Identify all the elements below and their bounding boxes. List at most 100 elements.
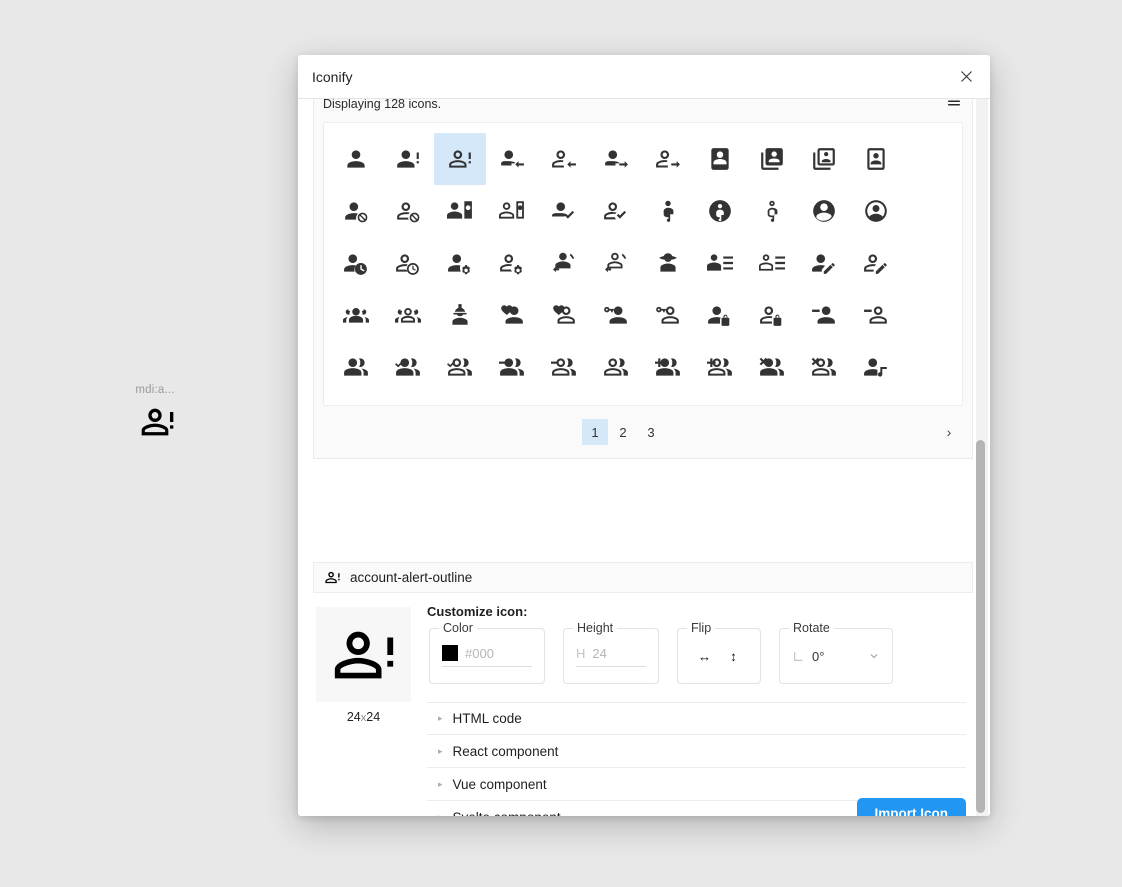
icon-cell-account-circle[interactable] bbox=[798, 185, 850, 237]
selected-icon-name-bar: account-alert-outline bbox=[313, 562, 973, 593]
disclosure-triangle-icon[interactable]: ▸ bbox=[438, 714, 443, 723]
accordion-row-vue-component[interactable]: ▸ Vue component bbox=[427, 768, 966, 801]
dialog-titlebar: Iconify bbox=[298, 55, 990, 99]
icon-cell-account-cash-outline[interactable] bbox=[486, 185, 538, 237]
icon-cell-account-group[interactable] bbox=[330, 289, 382, 341]
icon-cell-account-heart-outline[interactable] bbox=[538, 289, 590, 341]
icon-cell-account-multiple-plus[interactable] bbox=[642, 341, 694, 393]
flip-horizontal-icon[interactable]: ↔ bbox=[694, 645, 716, 667]
icon-cell-account-lock-outline[interactable] bbox=[746, 289, 798, 341]
icon-cell-account-cog[interactable] bbox=[434, 237, 486, 289]
icon-cell-account-hard-hat[interactable] bbox=[434, 289, 486, 341]
background-icon-preview: mdi:a... bbox=[118, 384, 192, 447]
disclosure-triangle-icon[interactable]: ▸ bbox=[438, 812, 443, 816]
rotate-field: Rotate 0° bbox=[779, 621, 893, 684]
icon-cell-account-convert[interactable] bbox=[538, 237, 590, 289]
flip-vertical-icon[interactable]: ↕ bbox=[723, 645, 745, 667]
icon-cell-account-box[interactable] bbox=[694, 133, 746, 185]
icon-cell-account-multiple-check-outline[interactable] bbox=[434, 341, 486, 393]
icon-cell-account-clock-outline[interactable] bbox=[382, 237, 434, 289]
height-field: Height H 24 bbox=[563, 621, 659, 684]
icon-cell-account-minus-outline[interactable] bbox=[850, 289, 902, 341]
icon-cell-account-multiple-plus-outline[interactable] bbox=[694, 341, 746, 393]
icon-cell-account-arrow-left[interactable] bbox=[486, 133, 538, 185]
icon-cell-account-circle-outline[interactable] bbox=[850, 185, 902, 237]
dialog-scrollbar-track[interactable] bbox=[976, 99, 988, 816]
icon-cell-account-arrow-right[interactable] bbox=[590, 133, 642, 185]
icon-cell-account-convert-outline[interactable] bbox=[590, 237, 642, 289]
icon-cell-account-cowboy-hat[interactable] bbox=[642, 237, 694, 289]
list-view-icon[interactable] bbox=[946, 99, 962, 111]
icon-cell-account-multiple-check[interactable] bbox=[382, 341, 434, 393]
height-unit-label: H bbox=[576, 645, 586, 661]
dialog-scrollbar-thumb[interactable] bbox=[976, 440, 985, 813]
icon-cell-account-cancel-outline[interactable] bbox=[382, 185, 434, 237]
icon-cell-account-details-outline[interactable] bbox=[746, 237, 798, 289]
icon-cell-account-key[interactable] bbox=[590, 289, 642, 341]
icon-cell-account-edit-outline[interactable] bbox=[850, 237, 902, 289]
icon-cell-account-multiple-remove-outline[interactable] bbox=[798, 341, 850, 393]
angle-icon bbox=[792, 650, 805, 663]
chevron-down-icon[interactable] bbox=[868, 650, 880, 662]
icon-cell-account-key-outline[interactable] bbox=[642, 289, 694, 341]
icon-cell-account-arrow-right-outline[interactable] bbox=[642, 133, 694, 185]
icon-cell-account[interactable] bbox=[330, 133, 382, 185]
icon-cell-account-box-multiple[interactable] bbox=[746, 133, 798, 185]
icon-cell-account-check[interactable] bbox=[538, 185, 590, 237]
icon-preview: 24x24 bbox=[316, 607, 411, 724]
page-button-3[interactable]: 3 bbox=[638, 419, 664, 445]
rotate-field-legend: Rotate bbox=[789, 621, 834, 635]
icon-cell-account-box-outline[interactable] bbox=[850, 133, 902, 185]
color-swatch[interactable] bbox=[442, 645, 458, 661]
color-input-placeholder[interactable]: #000 bbox=[465, 646, 494, 661]
icon-browse-panel: Displaying 128 icons. 1 2 3 › bbox=[313, 99, 973, 459]
height-field-legend: Height bbox=[573, 621, 618, 635]
accordion-label-react-component: React component bbox=[452, 743, 559, 759]
icon-width: 24 bbox=[346, 710, 361, 724]
icon-cell-account-multiple-remove[interactable] bbox=[746, 341, 798, 393]
rotate-value: 0° bbox=[812, 648, 825, 664]
background-icon-label: mdi:a... bbox=[135, 384, 175, 396]
icon-cell-account-child[interactable] bbox=[642, 185, 694, 237]
icon-cell-account-box-multiple-outline[interactable] bbox=[798, 133, 850, 185]
height-input-placeholder[interactable]: 24 bbox=[592, 646, 606, 661]
icon-cell-account-arrow-left-outline[interactable] bbox=[538, 133, 590, 185]
icon-cell-account-multiple[interactable] bbox=[330, 341, 382, 393]
icon-cell-account-cancel[interactable] bbox=[330, 185, 382, 237]
icon-cell-account-multiple-outline[interactable] bbox=[590, 341, 642, 393]
icon-cell-account-group-outline[interactable] bbox=[382, 289, 434, 341]
flip-field: Flip ↔ ↕ bbox=[677, 621, 761, 684]
chevron-right-icon[interactable]: › bbox=[938, 419, 960, 445]
icon-dimensions: 24x24 bbox=[316, 710, 411, 724]
iconify-dialog: Iconify Displaying 128 icons. 1 2 3 › ac… bbox=[298, 55, 990, 816]
icon-cell-account-lock[interactable] bbox=[694, 289, 746, 341]
icon-cell-account-edit[interactable] bbox=[798, 237, 850, 289]
icon-cell-account-alert[interactable] bbox=[382, 133, 434, 185]
icon-cell-account-cash[interactable] bbox=[434, 185, 486, 237]
icon-grid-row bbox=[330, 133, 956, 185]
accordion-row-react-component[interactable]: ▸ React component bbox=[427, 735, 966, 768]
page-button-2[interactable]: 2 bbox=[610, 419, 636, 445]
icon-cell-account-check-outline[interactable] bbox=[590, 185, 642, 237]
icon-cell-account-details[interactable] bbox=[694, 237, 746, 289]
icon-cell-account-child-outline[interactable] bbox=[746, 185, 798, 237]
icon-cell-account-minus[interactable] bbox=[798, 289, 850, 341]
close-icon[interactable] bbox=[951, 62, 981, 92]
icon-cell-account-multiple-minus-outline[interactable] bbox=[538, 341, 590, 393]
icon-cell-account-child-circle[interactable] bbox=[694, 185, 746, 237]
icon-cell-account-music[interactable] bbox=[850, 341, 902, 393]
height-input-wrap[interactable]: H 24 bbox=[576, 646, 646, 667]
import-icon-button[interactable]: Import Icon bbox=[856, 798, 966, 816]
disclosure-triangle-icon[interactable]: ▸ bbox=[438, 746, 443, 756]
icon-cell-account-cog-outline[interactable] bbox=[486, 237, 538, 289]
icon-cell-account-multiple-minus[interactable] bbox=[486, 341, 538, 393]
accordion-row-html-code[interactable]: ▸ HTML code bbox=[427, 702, 966, 735]
disclosure-triangle-icon[interactable]: ▸ bbox=[438, 779, 443, 789]
rotate-select[interactable]: 0° bbox=[792, 649, 880, 664]
page-button-1[interactable]: 1 bbox=[582, 419, 608, 445]
icon-cell-account-alert-outline[interactable] bbox=[434, 133, 486, 185]
color-input-wrap[interactable]: #000 bbox=[442, 645, 532, 667]
color-field: Color #000 bbox=[429, 621, 545, 684]
icon-cell-account-heart[interactable] bbox=[486, 289, 538, 341]
icon-cell-account-clock[interactable] bbox=[330, 237, 382, 289]
